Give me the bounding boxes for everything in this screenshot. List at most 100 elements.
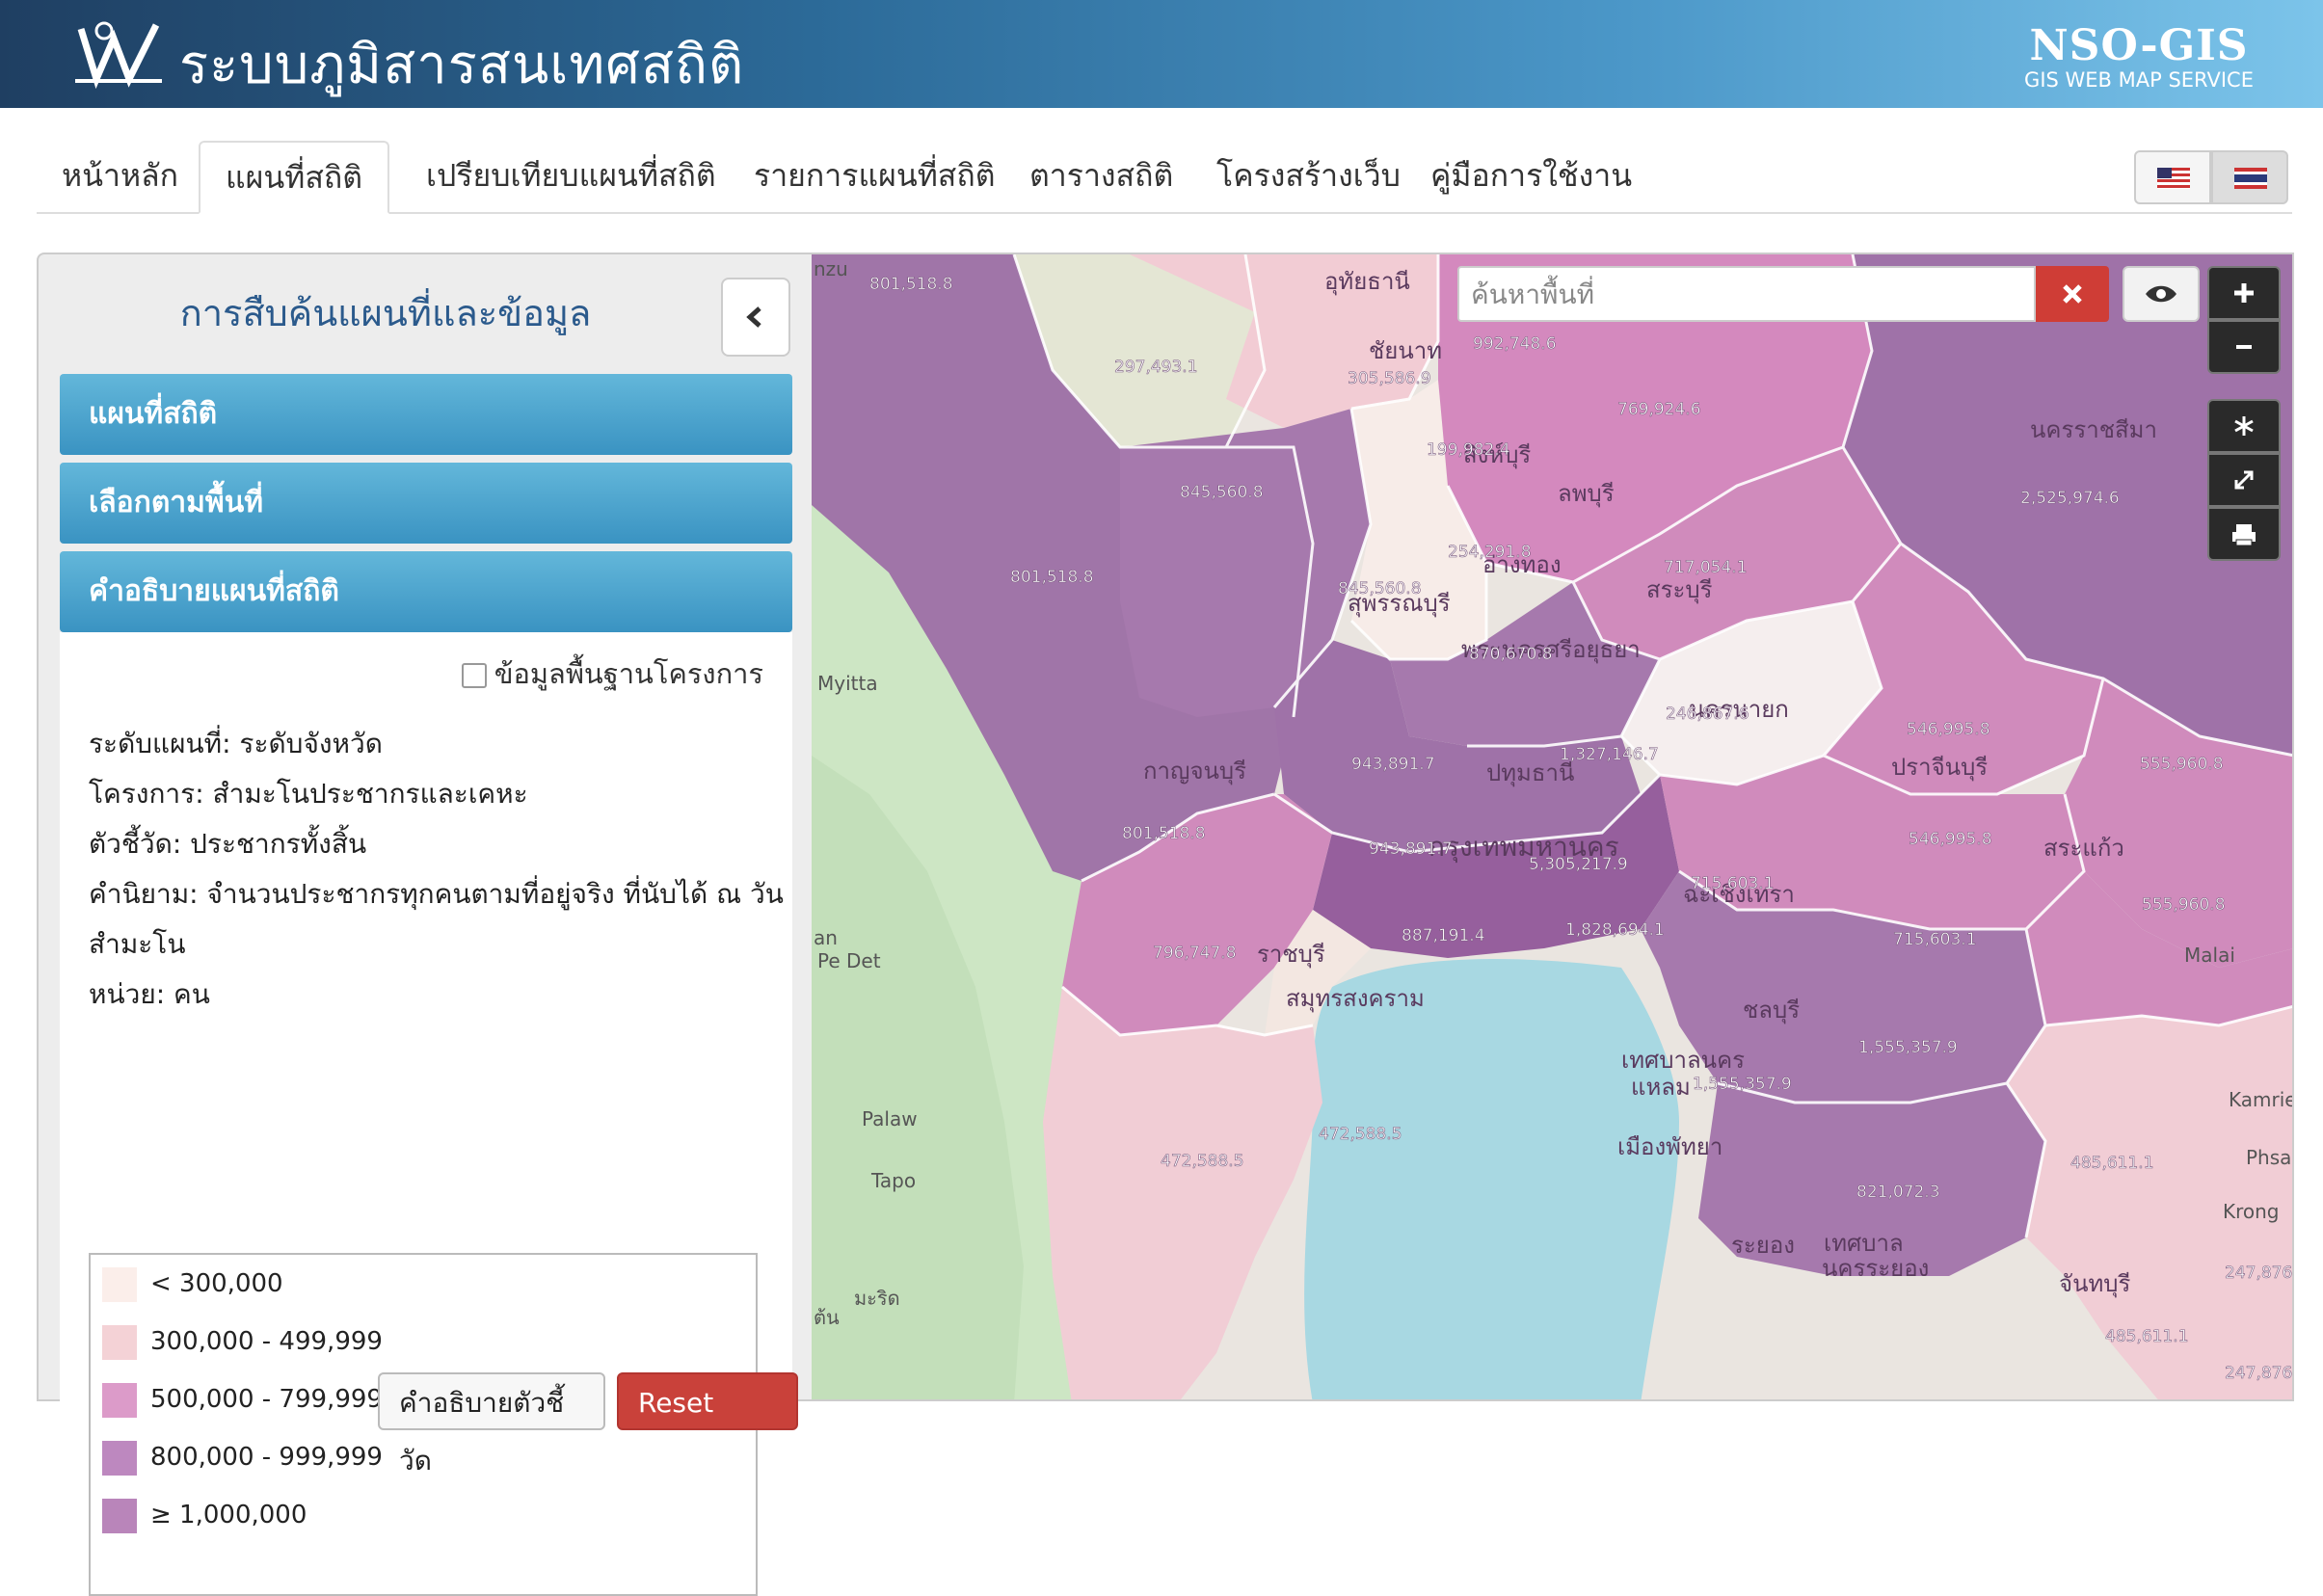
indicator-text: ตัวชี้วัด: ประชากรทั้งสิ้น [89, 828, 367, 860]
value-label: 992,748.6 [1473, 334, 1557, 354]
map-label: ปราจีนบุรี [1891, 754, 1988, 782]
map-description-body: ข้อมูลพื้นฐานโครงการ ระดับแผนที่: ระดับจ… [60, 632, 792, 1596]
map-label: Phsa [2246, 1146, 2291, 1169]
project-info-checkbox-row[interactable]: ข้อมูลพื้นฐานโครงการ [461, 652, 763, 696]
map-label: ชลบุรี [1743, 997, 1800, 1024]
toggle-visibility-button[interactable] [2123, 266, 2200, 322]
value-label: 715,603.1 [1691, 874, 1775, 893]
collapse-panel-button[interactable] [721, 278, 790, 357]
unit-text: หน่วย: คน [89, 978, 210, 1010]
value-label: 305,586.9 [1348, 369, 1431, 388]
value-label: 485,611.1 [2070, 1154, 2154, 1173]
map-label: มะริด [854, 1287, 900, 1310]
map-label: ต้น [814, 1306, 840, 1329]
map-label: Tapo [870, 1169, 916, 1192]
map-label: จันทบุรี [2059, 1270, 2131, 1298]
legend-item: 300,000 - 499,999 [102, 1322, 383, 1361]
main-nav: หน้าหลัก แผนที่สถิติ เปรียบเทียบแผนที่สถ… [37, 141, 2292, 214]
tab-statistical-tables[interactable]: ตารางสถิติ [1004, 141, 1198, 212]
choropleth-map[interactable]: อุทัยธานี ชัยนาท สิงห์บุรี ลพบุรี นครราช… [812, 254, 2294, 1401]
definition-text: คำนิยาม: จำนวนประชากรทุกคนตามที่อยู่จริง… [89, 878, 784, 910]
project-text: โครงการ: สำมะโนประชากรและเคหะ [89, 778, 528, 810]
indicator-description-button[interactable]: คำอธิบายตัวชี้วัด [378, 1372, 605, 1476]
brand-subtitle: GIS WEB MAP SERVICE [2024, 68, 2254, 92]
value-label: 472,588.5 [1319, 1125, 1402, 1144]
map-label: เทศบาล [1824, 1230, 1904, 1257]
map-canvas[interactable]: อุทัยธานี ชัยนาท สิงห์บุรี ลพบุรี นครราช… [812, 253, 2294, 1401]
value-label: 246,867.6 [1666, 705, 1749, 724]
zoom-in-button[interactable] [2207, 266, 2281, 320]
tab-site-structure[interactable]: โครงสร้างเว็บ [1191, 141, 1426, 212]
value-label: 485,611.1 [2105, 1327, 2189, 1346]
map-label: ระยอง [1731, 1232, 1795, 1259]
value-label: 247,876 [2225, 1264, 2292, 1283]
value-label: 943,891.7 [1369, 839, 1453, 859]
fullscreen-button[interactable] [2207, 453, 2281, 507]
thai-flag-icon [2234, 168, 2267, 189]
map-label: นครระยอง [1822, 1255, 1929, 1282]
reset-map-button[interactable]: Reset map [617, 1372, 798, 1476]
brand-logo: NSO-GIS GIS WEB MAP SERVICE [2024, 25, 2254, 93]
lang-english-button[interactable] [2134, 150, 2211, 204]
map-label: Pe Det [817, 949, 881, 972]
value-label: 801,518.8 [1010, 568, 1094, 587]
snowflake-button[interactable] [2207, 399, 2281, 453]
legend-label: < 300,000 [150, 1269, 283, 1298]
map-label: สระบุรี [1646, 576, 1713, 604]
map-label: เทศบาลนคร [1621, 1047, 1745, 1074]
eye-icon [2146, 285, 2176, 303]
area-search-input[interactable]: ค้นหาพื้นที่ [1457, 266, 2036, 322]
tab-map-list[interactable]: รายการแผนที่สถิติ [729, 141, 1020, 212]
legend-item: ≥ 1,000,000 [102, 1496, 307, 1534]
legend-label: 500,000 - 799,999 [150, 1385, 383, 1414]
search-panel: การสืบค้นแผนที่และข้อมูล แผนที่สถิติ เลื… [37, 253, 814, 1596]
value-label: 796,747.8 [1153, 944, 1237, 963]
value-label: 555,960.8 [2140, 755, 2224, 774]
lang-thai-button[interactable] [2211, 150, 2288, 204]
map-label: Malai [2184, 944, 2235, 967]
value-label: 1,555,357.9 [1858, 1038, 1958, 1057]
zoom-in-icon [2234, 283, 2254, 303]
clear-search-button[interactable] [2036, 266, 2109, 322]
section-select-area[interactable]: เลือกตามพื้นที่ [60, 463, 792, 544]
zoom-out-button[interactable] [2207, 320, 2281, 374]
map-label: ลพบุรี [1558, 480, 1615, 508]
chevron-left-icon [746, 306, 761, 328]
legend-item: 800,000 - 999,999 [102, 1438, 383, 1476]
tab-compare-maps[interactable]: เปรียบเทียบแผนที่สถิติ [401, 141, 741, 212]
project-info-label: ข้อมูลพื้นฐานโครงการ [494, 657, 763, 690]
project-info-checkbox[interactable] [461, 663, 487, 688]
map-level-text: ระดับแผนที่: ระดับจังหวัด [89, 728, 383, 759]
close-icon [2063, 284, 2082, 304]
value-label: 546,995.8 [1909, 830, 1992, 849]
value-label: 769,924.6 [1617, 400, 1701, 419]
value-label: 472,588.5 [1161, 1152, 1244, 1171]
value-label: 199,982.4 [1427, 440, 1510, 460]
value-label: 717,054.1 [1664, 558, 1748, 577]
legend-label: 300,000 - 499,999 [150, 1327, 383, 1356]
value-label: 555,960.8 [2142, 895, 2226, 915]
legend-label: ≥ 1,000,000 [150, 1501, 307, 1530]
section-statistical-map[interactable]: แผนที่สถิติ [60, 374, 792, 455]
value-label: 801,518.8 [1122, 824, 1206, 843]
print-icon [2232, 524, 2256, 546]
nso-logo-icon [75, 21, 162, 89]
legend-label: 800,000 - 999,999 [150, 1443, 383, 1472]
map-label: Palaw [862, 1107, 918, 1130]
map-label: Myitta [817, 672, 878, 695]
value-label: 845,560.8 [1338, 579, 1422, 598]
print-button[interactable] [2207, 507, 2281, 561]
value-label: 297,493.1 [1114, 358, 1198, 377]
zoom-out-icon [2236, 345, 2252, 349]
tab-home[interactable]: หน้าหลัก [37, 141, 203, 212]
section-map-description[interactable]: คำอธิบายแผนที่สถิติ [60, 551, 792, 632]
legend-swatch [102, 1440, 137, 1476]
legend-item: < 300,000 [102, 1264, 283, 1303]
legend-swatch [102, 1382, 137, 1418]
map-label: Kamrie [2229, 1088, 2294, 1111]
site-title: ระบบภูมิสารสนเทศสถิติ [179, 34, 745, 96]
tab-statistical-map[interactable]: แผนที่สถิติ [199, 141, 390, 214]
tab-user-manual[interactable]: คู่มือการใช้งาน [1405, 141, 1657, 212]
value-label: 5,305,217.9 [1529, 855, 1628, 874]
legend-swatch [102, 1266, 137, 1302]
